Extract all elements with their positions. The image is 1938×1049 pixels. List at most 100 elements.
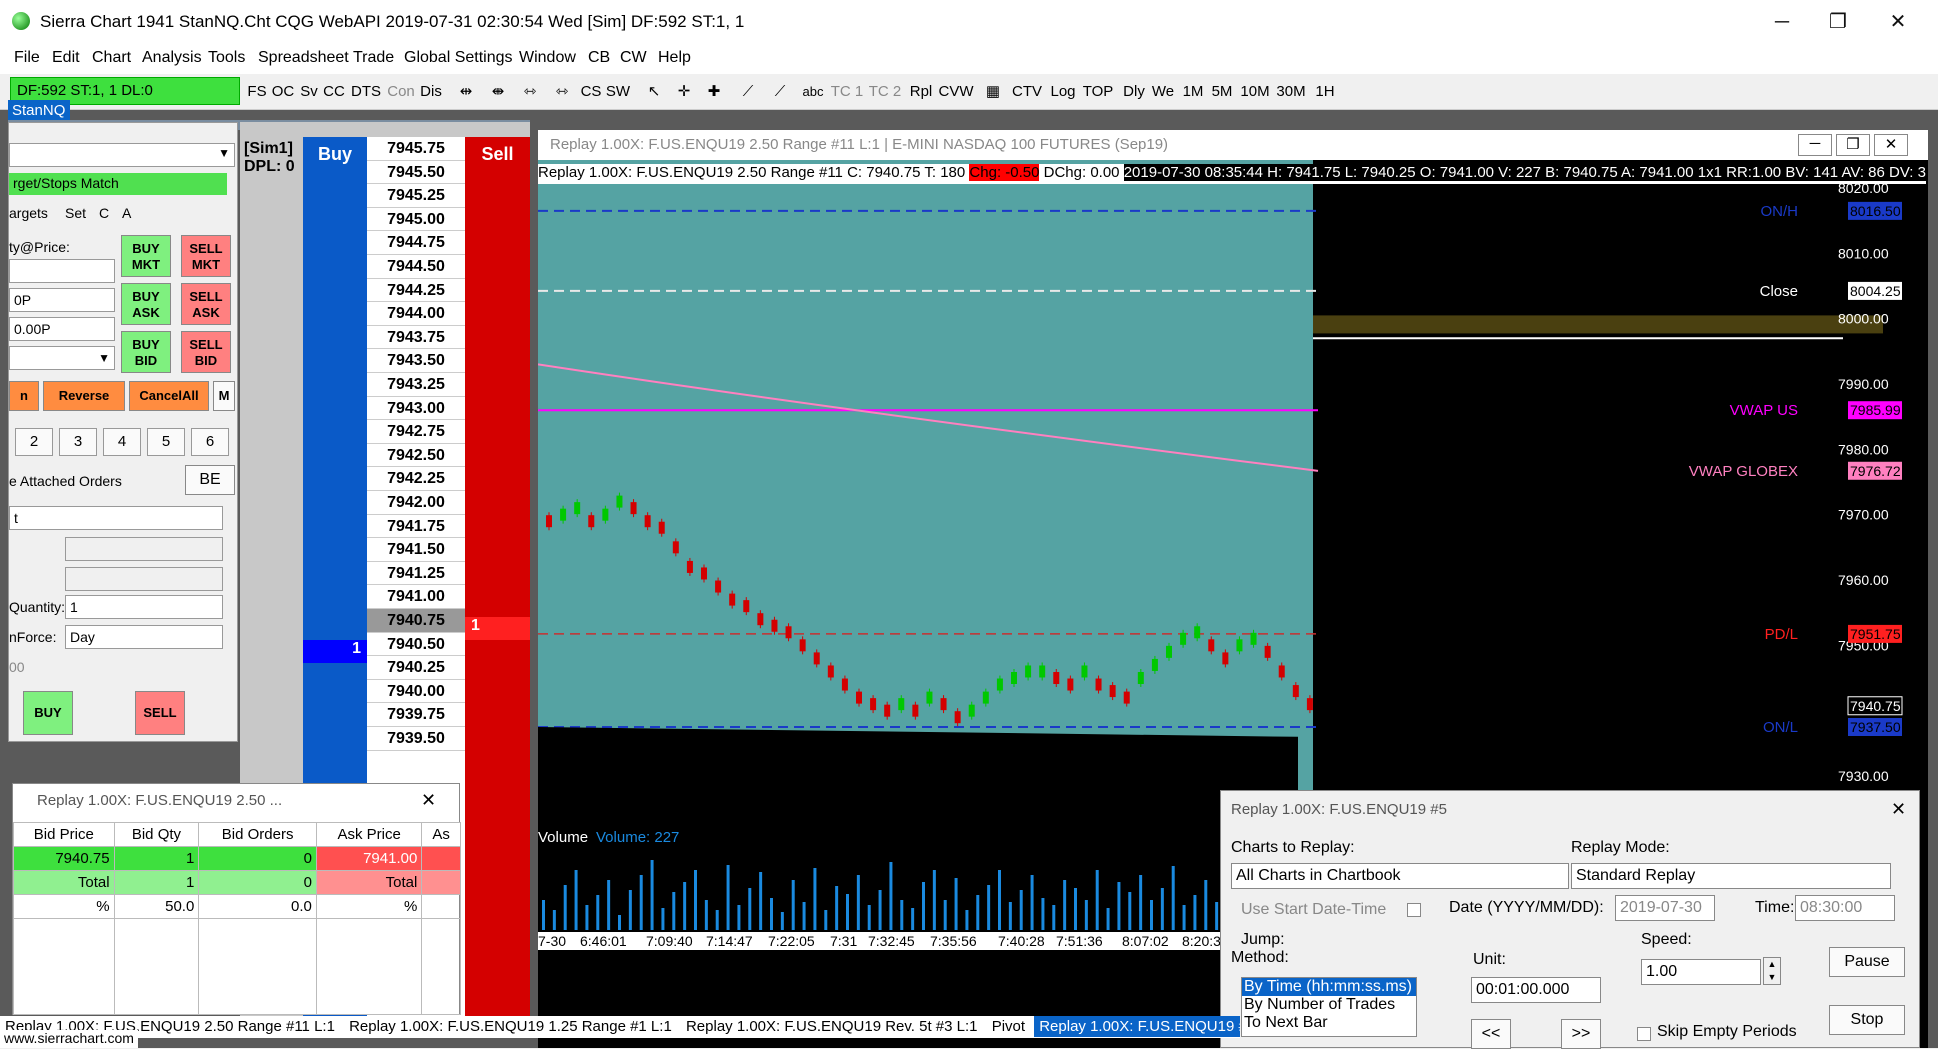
menu-file[interactable]: File bbox=[14, 49, 40, 67]
tb-con[interactable]: Con bbox=[386, 78, 416, 106]
skip-empty-label[interactable]: Skip Empty Periods bbox=[1657, 1023, 1797, 1041]
header-bid-orders[interactable]: Bid Orders bbox=[198, 822, 317, 847]
price-row[interactable]: 7939.75 bbox=[367, 703, 465, 727]
method-list[interactable]: By Time (hh:mm:ss.ms) By Number of Trade… bbox=[1241, 977, 1417, 1037]
replay-close-icon[interactable]: ✕ bbox=[1891, 799, 1906, 820]
price-row[interactable]: 7945.00 bbox=[367, 208, 465, 232]
tb-ctv[interactable]: CTV bbox=[1012, 78, 1042, 106]
quantity-input[interactable]: 1 bbox=[65, 595, 223, 619]
tool-split2-icon[interactable]: ⇿ bbox=[550, 78, 574, 106]
jump-back-button[interactable]: << bbox=[1471, 1019, 1511, 1049]
reverse-button[interactable]: Reverse bbox=[43, 381, 125, 411]
a-button[interactable]: A bbox=[122, 205, 131, 221]
line-tool-icon[interactable]: ⟋ bbox=[736, 78, 760, 106]
menu-analysis[interactable]: Analysis bbox=[142, 49, 202, 67]
order-combo[interactable]: ▼ bbox=[9, 346, 115, 370]
menu-tools[interactable]: Tools bbox=[208, 49, 245, 67]
tb-dts[interactable]: DTS bbox=[350, 78, 382, 106]
price-row[interactable]: 7942.25 bbox=[367, 467, 465, 491]
menu-edit[interactable]: Edit bbox=[52, 49, 80, 67]
cursor-icon[interactable]: ↖ bbox=[644, 78, 664, 106]
price-row[interactable]: 7943.75 bbox=[367, 326, 465, 350]
tb-dis[interactable]: Dis bbox=[418, 78, 444, 106]
tb-oc[interactable]: OC bbox=[270, 78, 296, 106]
tb-5m[interactable]: 5M bbox=[1208, 78, 1236, 106]
offset-input-1[interactable]: 0P bbox=[9, 288, 115, 312]
ask-qty-cell[interactable]: 1 bbox=[465, 617, 530, 640]
menu-window[interactable]: Window bbox=[519, 49, 576, 67]
use-start-datetime[interactable]: Use Start Date-Time bbox=[1241, 901, 1386, 919]
tb-tc2[interactable]: TC 2 bbox=[868, 78, 902, 106]
menu-trade[interactable]: Trade bbox=[353, 49, 394, 67]
tb-log[interactable]: Log bbox=[1048, 78, 1078, 106]
cancel-all-button[interactable]: CancelAll bbox=[129, 381, 209, 411]
header-bid-price[interactable]: Bid Price bbox=[13, 822, 115, 847]
charts-to-replay-select[interactable]: All Charts in Chartbook bbox=[1231, 863, 1569, 889]
tb-rpl[interactable]: Rpl bbox=[908, 78, 934, 106]
menu-help[interactable]: Help bbox=[658, 49, 691, 67]
qty-price-input[interactable] bbox=[9, 259, 115, 283]
tb-30m[interactable]: 30M bbox=[1274, 78, 1308, 106]
date-input[interactable]: 2019-07-30 bbox=[1615, 895, 1715, 921]
jump-forward-button[interactable]: >> bbox=[1561, 1019, 1601, 1049]
skip-empty-checkbox[interactable] bbox=[1637, 1027, 1651, 1041]
price-row[interactable]: 7940.50 bbox=[367, 633, 465, 657]
menu-cb[interactable]: CB bbox=[588, 49, 610, 67]
tb-tc1[interactable]: TC 1 bbox=[830, 78, 864, 106]
price-row[interactable]: 7940.25 bbox=[367, 656, 465, 680]
price-row[interactable]: 7944.50 bbox=[367, 255, 465, 279]
tool-measure-icon[interactable]: ⇼ bbox=[486, 78, 510, 106]
c-button[interactable]: C bbox=[99, 205, 109, 221]
close-icon[interactable]: ✕ bbox=[1868, 6, 1928, 38]
tab-chart-3[interactable]: Replay 1.00X: F.US.ENQU19 Rev. 5t #3 L:1 bbox=[681, 1016, 983, 1037]
attached-orders-select[interactable]: t bbox=[9, 506, 223, 530]
tb-1m[interactable]: 1M bbox=[1180, 78, 1206, 106]
price-row[interactable]: 7942.00 bbox=[367, 491, 465, 515]
target-stops-match[interactable]: rget/Stops Match bbox=[9, 173, 227, 195]
time-in-force-select[interactable]: Day bbox=[65, 625, 223, 649]
menu-cw[interactable]: CW bbox=[620, 49, 647, 67]
offset-input-2[interactable]: 0.00P bbox=[9, 317, 115, 341]
targets-label[interactable]: argets bbox=[9, 205, 48, 221]
tab-chart-5[interactable]: Replay 1.00X: F.US.ENQU19 #5 L:1 bbox=[1034, 1016, 1240, 1037]
menu-chart[interactable]: Chart bbox=[92, 49, 131, 67]
restore-icon[interactable]: ❐ bbox=[1808, 6, 1868, 38]
order-type-select[interactable]: ▼ bbox=[9, 143, 235, 167]
bid-qty-cell[interactable]: 1 bbox=[303, 640, 367, 663]
qty-2-button[interactable]: 2 bbox=[15, 428, 53, 456]
chart-close-icon[interactable]: ✕ bbox=[1874, 134, 1908, 156]
speed-spin-icon[interactable]: ▲ ▼ bbox=[1763, 957, 1781, 985]
flatten-button[interactable]: n bbox=[9, 381, 39, 411]
time-input[interactable]: 08:30:00 bbox=[1795, 895, 1895, 921]
price-row[interactable]: 7941.75 bbox=[367, 515, 465, 539]
tb-1h[interactable]: 1H bbox=[1312, 78, 1338, 106]
tb-dly[interactable]: Dly bbox=[1120, 78, 1148, 106]
tab-stannq[interactable]: StanNQ bbox=[8, 100, 70, 122]
qty-3-button[interactable]: 3 bbox=[59, 428, 97, 456]
price-row[interactable]: 7943.50 bbox=[367, 349, 465, 373]
method-by-time[interactable]: By Time (hh:mm:ss.ms) bbox=[1242, 978, 1416, 996]
stop-button[interactable]: Stop bbox=[1829, 1005, 1905, 1035]
minimize-icon[interactable]: ─ bbox=[1752, 6, 1812, 38]
tb-we[interactable]: We bbox=[1150, 78, 1176, 106]
method-by-trades[interactable]: By Number of Trades bbox=[1242, 996, 1416, 1014]
tb-cc[interactable]: CC bbox=[322, 78, 346, 106]
price-row[interactable]: 7945.50 bbox=[367, 161, 465, 185]
use-start-checkbox[interactable] bbox=[1407, 903, 1421, 917]
price-row[interactable]: 7943.00 bbox=[367, 397, 465, 421]
set-button[interactable]: Set bbox=[65, 205, 86, 221]
price-row[interactable]: 7945.75 bbox=[367, 137, 465, 161]
tb-10m[interactable]: 10M bbox=[1238, 78, 1272, 106]
price-row[interactable]: 7943.25 bbox=[367, 373, 465, 397]
calculator-icon[interactable]: ▦ bbox=[978, 78, 1008, 106]
m-button[interactable]: M bbox=[213, 381, 235, 411]
sell-market-button[interactable]: SELL MKT bbox=[181, 235, 231, 277]
price-row[interactable]: 7942.75 bbox=[367, 420, 465, 444]
price-row[interactable]: 7944.00 bbox=[367, 302, 465, 326]
price-row[interactable]: 7944.25 bbox=[367, 279, 465, 303]
header-bid-qty[interactable]: Bid Qty bbox=[113, 822, 200, 847]
price-row[interactable]: 7941.50 bbox=[367, 538, 465, 562]
method-next-bar[interactable]: To Next Bar bbox=[1242, 1014, 1416, 1032]
price-row[interactable]: 7939.50 bbox=[367, 727, 465, 751]
price-row[interactable]: 7945.25 bbox=[367, 184, 465, 208]
